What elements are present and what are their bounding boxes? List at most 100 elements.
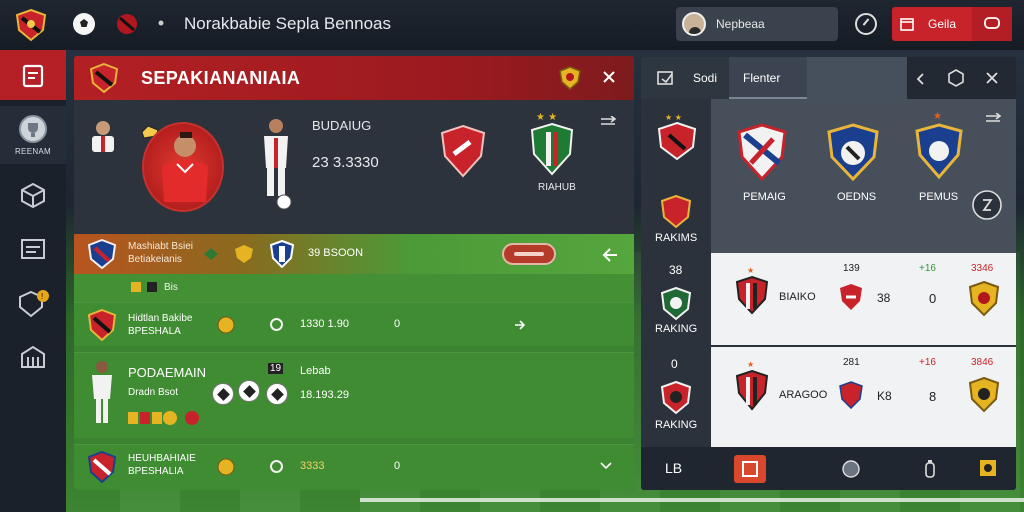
hexagon-icon[interactable] — [947, 69, 965, 87]
chevron-down-icon[interactable] — [600, 461, 612, 471]
table-row[interactable]: ★ BIAIKO 139 38 +16 0 3346 — [711, 253, 1016, 345]
fixture-name: Mashiabt Bsiei — [128, 241, 194, 252]
play-button[interactable]: Geila — [892, 7, 1012, 41]
away-team-crest-icon[interactable]: ★ ★ — [528, 110, 576, 180]
status-ring-icon — [270, 318, 283, 331]
svg-text:★ ★: ★ ★ — [536, 112, 557, 123]
list-item-extra: 0 — [394, 318, 401, 330]
chat-icon[interactable] — [972, 7, 1012, 41]
profile-name: Nepbeaa — [716, 17, 765, 31]
profile-chip[interactable]: Nepbeaa — [676, 7, 838, 41]
tab-empty[interactable] — [807, 57, 907, 99]
rank-number: 38 — [669, 263, 683, 277]
list-item-name: PODAEMAIN — [128, 365, 207, 380]
team-crest-icon — [88, 309, 116, 341]
list-item[interactable]: HEUHBAHIAIE BPESHALIA 3333 0 — [74, 444, 634, 490]
sub-strip: Bis — [74, 274, 634, 302]
sidebar-item-card[interactable] — [0, 224, 66, 274]
gold-badge-icon[interactable] — [979, 459, 997, 477]
team-name: OEDNS — [837, 191, 877, 203]
sidebar-item-clipboard[interactable] — [0, 50, 66, 100]
team-crest-icon: ★ — [735, 266, 769, 315]
sidebar-item-stadium[interactable] — [0, 332, 66, 382]
team-name: PEMAIG — [743, 191, 786, 203]
standings-panel: Sodi Flenter ★ ★ RAKIMS PEMAIG OEDNS ★ P… — [641, 57, 1016, 490]
bottle-icon[interactable] — [923, 459, 937, 479]
list-item[interactable]: Hidtlan Bakibe BPESHALA 1330 1.90 0 — [74, 302, 634, 346]
arrow-left-icon[interactable] — [600, 246, 618, 264]
team-crest-icon[interactable] — [827, 123, 879, 181]
arrow-icon[interactable] — [514, 320, 526, 330]
tab-sodi[interactable]: Sodi — [641, 57, 729, 99]
main-panel: SEPAKIANANIAIA BUDAIUG 23 3.3330 ★ ★ RIA… — [74, 56, 634, 490]
card-icon — [21, 239, 45, 259]
sidebar-item-label: REENAM — [14, 147, 52, 156]
lion-icon — [204, 248, 218, 260]
swap-icon[interactable] — [600, 116, 618, 126]
standings-row-label: 38 RAKING — [641, 253, 711, 345]
sidebar-item-box[interactable] — [0, 170, 66, 220]
hero-heading: BUDAIUG — [312, 118, 372, 133]
shield-icon[interactable] — [841, 459, 861, 479]
shield-check-icon: ! — [19, 290, 49, 318]
team-crest-icon — [88, 239, 116, 269]
match-button[interactable] — [502, 243, 556, 265]
team-crest-icon — [88, 451, 116, 483]
main-panel-header: SEPAKIANANIAIA — [74, 56, 634, 100]
club-logo-icon[interactable] — [14, 8, 48, 42]
team-crest-icon[interactable]: ★ — [915, 109, 963, 181]
hero-score: 23 3.3330 — [312, 154, 379, 171]
home-team-crest-icon[interactable] — [440, 124, 486, 178]
team-crest-icon[interactable] — [737, 123, 787, 181]
compass-icon[interactable] — [855, 13, 877, 35]
list-item[interactable]: PODAEMAIN Dradn Bsot 19 Lebab 18.193.29 — [74, 352, 634, 438]
list-item-subname: BPESHALA — [128, 326, 181, 337]
team-crest-icon — [661, 381, 691, 415]
team-crest-icon — [969, 281, 999, 317]
fixture-row[interactable]: Mashiabt Bsiei Betiakeianis 39 BSOON — [74, 234, 634, 274]
svg-text:★: ★ — [747, 360, 754, 369]
featured-player[interactable] — [142, 122, 224, 212]
gold-crest-icon[interactable] — [558, 65, 582, 91]
play-button-label: Geila — [928, 17, 957, 31]
clipboard-icon — [22, 64, 44, 88]
rank-number: 0 — [671, 357, 678, 371]
swap-icon[interactable] — [985, 113, 1003, 123]
footer-label: LB — [665, 460, 683, 476]
standings-label-column: ★ ★ RAKIMS — [641, 99, 711, 253]
sidebar-item-rankings[interactable]: REENAM — [0, 106, 66, 164]
close-icon[interactable] — [986, 72, 998, 84]
tab-flenter[interactable]: Flenter — [729, 57, 807, 99]
player-figure[interactable] — [256, 116, 296, 212]
club-crest-icon[interactable] — [114, 12, 140, 36]
club-crest-icon — [90, 63, 118, 93]
settings-button[interactable] — [734, 455, 766, 483]
team-crest-icon: ★ — [735, 360, 769, 411]
fixture-subname: Betiakeianis — [128, 254, 182, 265]
sub-strip-text: Bis — [164, 282, 178, 293]
table-cell-top: 3346 — [971, 263, 994, 274]
player-figure — [88, 359, 116, 431]
table-cell-top: +16 — [919, 357, 936, 368]
list-item-extra: 0 — [394, 460, 401, 472]
list-item-name: Hidtlan Bakibe — [128, 313, 193, 324]
badge-icon — [235, 245, 253, 263]
list-item-name: HEUHBAHIAIE — [128, 453, 196, 464]
list-item-subname: BPESHALIA — [128, 466, 184, 477]
badge-icon — [217, 458, 235, 476]
chevron-left-icon[interactable] — [915, 73, 925, 85]
sidebar-item-shield[interactable]: ! — [0, 278, 66, 330]
soccer-ball-icon[interactable] — [72, 12, 96, 36]
table-row[interactable]: ★ ARAGOO 281 K8 +16 8 3846 — [711, 347, 1016, 447]
info-button-icon[interactable] — [971, 189, 1003, 221]
close-icon[interactable] — [602, 70, 616, 84]
table-cell: 8 — [929, 389, 937, 404]
sidebar: REENAM ! — [0, 50, 66, 512]
player-thumbnail[interactable] — [88, 118, 118, 152]
ranking-label: RAKIMS — [655, 232, 698, 244]
box-icon — [21, 182, 45, 208]
table-cell-name: ARAGOO — [779, 389, 828, 401]
team-crest-icon — [839, 381, 863, 409]
avatar — [682, 12, 706, 36]
page-title: SEPAKIANANIAIA — [141, 68, 301, 88]
